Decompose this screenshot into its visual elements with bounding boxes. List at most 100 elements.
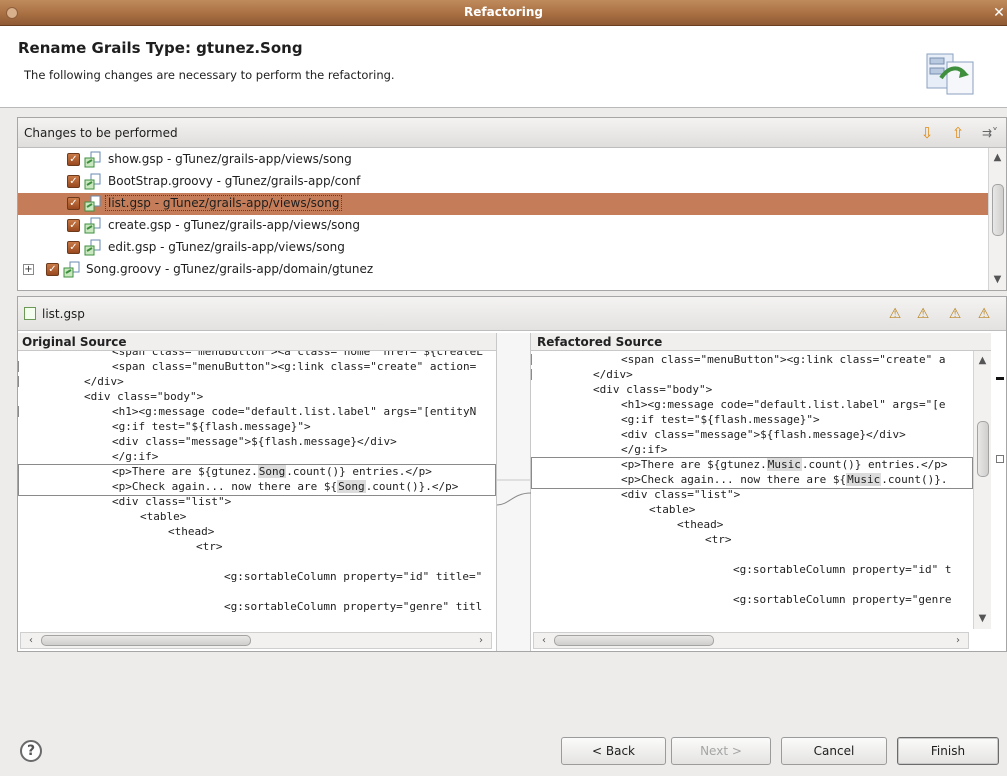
code-line: <div class="message">${flash.message}</d… [531, 427, 973, 442]
previous-change-icon[interactable]: ⇧ [949, 124, 967, 142]
file-change-icon [84, 239, 101, 256]
code-text: <span class="menuButton"><g:link class="… [112, 360, 477, 373]
original-horizontal-scrollbar[interactable]: ‹ › [20, 632, 492, 649]
file-change-icon [84, 217, 101, 234]
code-line: <g:sortableColumn property="id" title=" [18, 569, 496, 584]
refactored-horizontal-scrollbar[interactable]: ‹ › [533, 632, 969, 649]
scroll-left-icon[interactable]: ‹ [536, 633, 552, 648]
file-change-icon [84, 195, 101, 212]
compare-viewer: list.gsp ⚠ ⚠ ⚠ ⚠ Original Source <span c… [17, 296, 1007, 652]
code-line: <div class="message">${flash.message}</d… [18, 434, 496, 449]
help-button[interactable]: ? [20, 740, 42, 762]
checkbox[interactable]: ✓ [67, 219, 80, 232]
code-text: </div> [593, 368, 633, 381]
compare-header: list.gsp ⚠ ⚠ ⚠ ⚠ [18, 297, 1006, 331]
code-text: </g:if> [621, 443, 668, 456]
refactoring-banner-icon [926, 53, 974, 95]
checkbox[interactable]: ✓ [67, 241, 80, 254]
next-button[interactable]: Next > [671, 737, 771, 765]
scroll-up-icon[interactable]: ▲ [974, 353, 991, 369]
code-line: <span class="menuButton"><g:link class="… [531, 352, 973, 367]
copy-current-change-icon[interactable]: ⚠ [914, 305, 932, 323]
next-change-icon[interactable]: ⇩ [918, 124, 936, 142]
code-text: <tr> [705, 533, 732, 546]
back-button[interactable]: < Back [561, 737, 666, 765]
code-text: <div class="message">${flash.message}</d… [112, 435, 397, 448]
code-text: <span class="menuButton"><g:link class="… [621, 353, 946, 366]
tree-item[interactable]: ✓ create.gsp - gTunez/grails-app/views/s… [18, 215, 988, 237]
line-marker [18, 361, 22, 372]
code-text: <h1><g:message code="default.list.label"… [621, 398, 946, 411]
tree-item[interactable]: + ✓ Song.groovy - gTunez/grails-app/doma… [18, 259, 988, 281]
scroll-left-icon[interactable]: ‹ [23, 633, 39, 648]
overview-marker[interactable] [996, 377, 1004, 380]
scroll-right-icon[interactable]: › [950, 633, 966, 648]
line-marker [18, 376, 22, 387]
scroll-up-icon[interactable]: ▲ [989, 150, 1006, 166]
line-marker [531, 354, 535, 365]
tree-item[interactable]: ✓ BootStrap.groovy - gTunez/grails-app/c… [18, 171, 988, 193]
scroll-down-icon[interactable]: ▼ [974, 611, 991, 627]
scroll-down-icon[interactable]: ▼ [989, 272, 1006, 288]
tree-item-selected[interactable]: ✓ list.gsp - gTunez/grails-app/views/son… [18, 193, 988, 215]
changes-panel-label: Changes to be performed [24, 126, 178, 140]
scrollbar-thumb[interactable] [992, 184, 1004, 236]
close-icon[interactable]: ✕ [991, 3, 1007, 23]
code-line: <div class="list"> [531, 487, 973, 502]
refactored-vertical-scrollbar[interactable]: ▲ ▼ [973, 351, 991, 629]
code-text: <table> [649, 503, 696, 516]
changes-vertical-scrollbar[interactable]: ▲ ▼ [988, 148, 1006, 290]
refactored-source-code[interactable]: <span class="menuButton"><g:link class="… [531, 351, 973, 629]
original-source-code[interactable]: <span class="menuButton"><a class="home"… [18, 351, 496, 629]
checkbox[interactable]: ✓ [67, 175, 80, 188]
expand-icon[interactable]: + [23, 264, 34, 275]
code-line: </g:if> [531, 442, 973, 457]
code-line: <h1><g:message code="default.list.label"… [531, 397, 973, 412]
next-difference-icon[interactable]: ⚠ [946, 305, 964, 323]
scrollbar-thumb[interactable] [554, 635, 714, 646]
scrollbar-thumb[interactable] [977, 421, 989, 477]
code-line: <g:sortableColumn property="genre [531, 592, 973, 607]
code-line: <thead> [18, 524, 496, 539]
scrollbar-thumb[interactable] [41, 635, 251, 646]
code-text: <tr> [196, 540, 223, 553]
overview-ruler [993, 351, 1007, 629]
filter-changes-icon[interactable]: ⇉˅ [978, 124, 1002, 142]
code-line: <g:if test="${flash.message}"> [18, 419, 496, 434]
changes-panel: Changes to be performed ⇩ ⇧ ⇉˅ ✓ show.gs… [17, 117, 1007, 291]
code-line: <div class="body"> [531, 382, 973, 397]
cancel-button[interactable]: Cancel [781, 737, 887, 765]
code-line: <tr> [531, 532, 973, 547]
code-line: <tr> [18, 539, 496, 554]
tree-item-label: create.gsp - gTunez/grails-app/views/son… [108, 218, 360, 232]
code-line: <thead> [531, 517, 973, 532]
code-text: <span class="menuButton"><a class="home"… [112, 351, 483, 358]
checkbox[interactable]: ✓ [67, 197, 80, 210]
finish-button[interactable]: Finish [897, 737, 999, 765]
tree-item-label: BootStrap.groovy - gTunez/grails-app/con… [108, 174, 361, 188]
code-text: <div class="list"> [112, 495, 232, 508]
tree-item-label: show.gsp - gTunez/grails-app/views/song [108, 152, 352, 166]
tree-item[interactable]: ✓ show.gsp - gTunez/grails-app/views/son… [18, 149, 988, 171]
line-marker [531, 369, 535, 380]
previous-difference-icon[interactable]: ⚠ [975, 305, 993, 323]
checkbox[interactable]: ✓ [46, 263, 59, 276]
checkbox[interactable]: ✓ [67, 153, 80, 166]
code-text: </g:if> [112, 450, 159, 463]
code-text: <g:sortableColumn property="genre [733, 593, 952, 606]
code-text: <div class="body"> [84, 390, 204, 403]
code-text: <g:sortableColumn property="id" title=" [224, 570, 483, 583]
scroll-right-icon[interactable]: › [473, 633, 489, 648]
copy-all-left-to-right-icon[interactable]: ⚠ [886, 305, 904, 323]
change-highlight-box [531, 457, 973, 489]
refactored-source-pane: Refactored Source <span class="menuButto… [531, 333, 991, 651]
code-line: </g:if> [18, 449, 496, 464]
file-change-icon [84, 151, 101, 168]
overview-marker[interactable] [996, 455, 1004, 463]
changes-tree: ✓ show.gsp - gTunez/grails-app/views/son… [18, 148, 988, 290]
tree-item[interactable]: ✓ edit.gsp - gTunez/grails-app/views/son… [18, 237, 988, 259]
code-text: <div class="message">${flash.message}</d… [621, 428, 906, 441]
